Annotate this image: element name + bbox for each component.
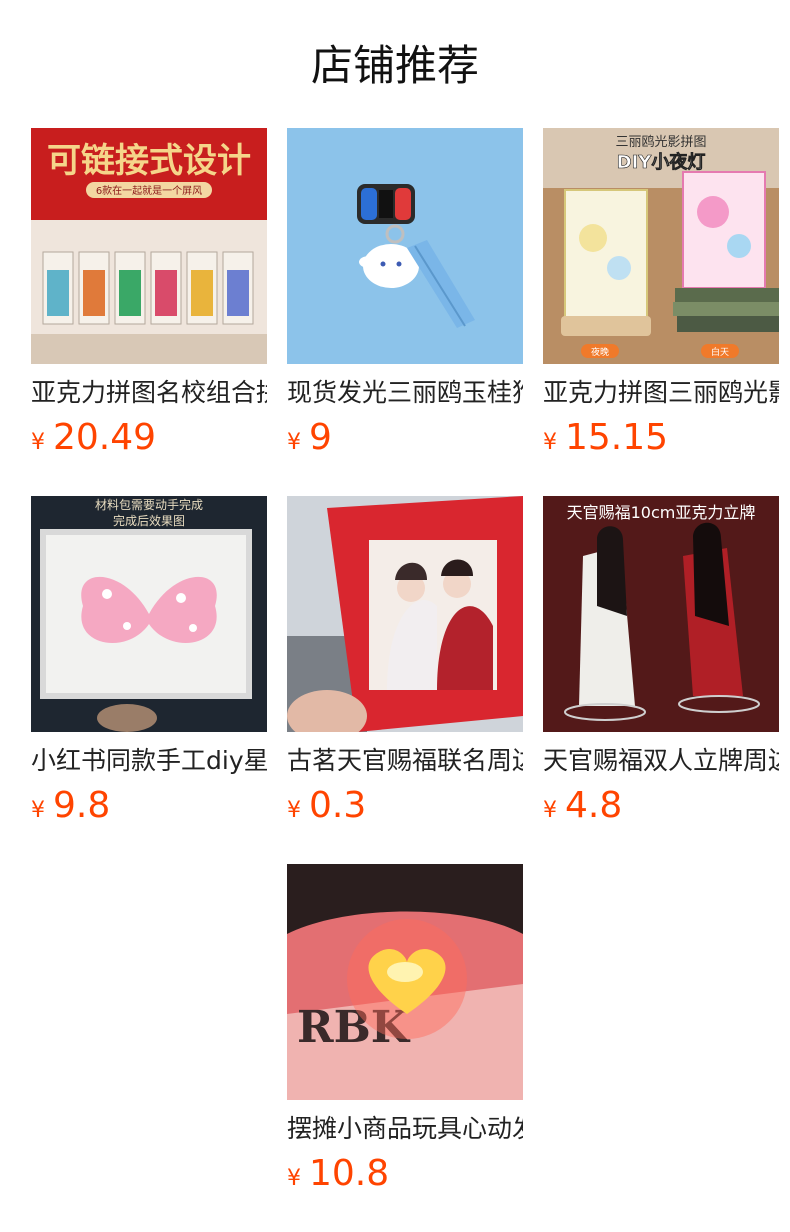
- product-price: ¥10.8: [287, 1149, 389, 1199]
- currency-symbol: ¥: [543, 798, 557, 823]
- price-amount: 10.8: [309, 1153, 390, 1194]
- product-price: ¥20.49: [31, 413, 156, 463]
- image-headline: 天官赐福10cm亚克力立牌: [567, 503, 756, 522]
- product-card[interactable]: RBK 摆摊小商品玩具心动发光 ¥10.8: [287, 864, 523, 1204]
- price-amount: 4.8: [565, 785, 623, 826]
- product-card[interactable]: 天官赐福10cm亚克力立牌 天官赐福双人立牌周边 ¥4.8: [543, 496, 779, 836]
- product-name[interactable]: 亚克力拼图三丽鸥光影: [543, 376, 779, 410]
- product-name[interactable]: 小红书同款手工diy星星: [31, 744, 267, 778]
- product-card[interactable]: 三丽鸥光影拼图 DIY小夜灯 夜晚 白天 亚克力拼图三丽鸥光影 ¥15.15: [543, 128, 779, 468]
- price-amount: 15.15: [565, 417, 669, 458]
- product-price: ¥9.8: [31, 781, 110, 831]
- currency-symbol: ¥: [287, 798, 301, 823]
- price-amount: 9.8: [53, 785, 111, 826]
- product-image[interactable]: 天官赐福10cm亚克力立牌: [543, 496, 779, 732]
- price-amount: 0.3: [309, 785, 367, 826]
- product-image[interactable]: [287, 496, 523, 732]
- price-amount: 20.49: [53, 417, 157, 458]
- product-name[interactable]: 摆摊小商品玩具心动发光: [287, 1112, 523, 1146]
- product-name[interactable]: 亚克力拼图名校组合拼: [31, 376, 267, 410]
- product-price: ¥9: [287, 413, 332, 463]
- image-banner-text: 可链接式设计: [47, 141, 251, 181]
- product-card[interactable]: 材料包需要动手完成 完成后效果图 小红书同款手工diy星星 ¥9.8: [31, 496, 267, 836]
- product-card[interactable]: 现货发光三丽鸥玉桂狗 ¥9: [287, 128, 523, 468]
- page-title: 店铺推荐: [310, 41, 479, 90]
- currency-symbol: ¥: [31, 798, 45, 823]
- image-headline: DIY小夜灯: [617, 151, 706, 173]
- product-card[interactable]: 可链接式设计 6款在一起就是一个屏风 亚克力拼图名校组合拼 ¥20.49: [31, 128, 267, 468]
- product-price: ¥0.3: [287, 781, 366, 831]
- product-image[interactable]: [287, 128, 523, 364]
- product-price: ¥4.8: [543, 781, 622, 831]
- currency-symbol: ¥: [543, 430, 557, 455]
- product-image[interactable]: 三丽鸥光影拼图 DIY小夜灯 夜晚 白天: [543, 128, 779, 364]
- product-name[interactable]: 天官赐福双人立牌周边: [543, 744, 779, 778]
- price-amount: 9: [309, 417, 332, 458]
- image-label-right: 白天: [711, 346, 729, 358]
- image-label-left: 夜晚: [591, 346, 609, 358]
- product-image[interactable]: RBK: [287, 864, 523, 1100]
- image-top-text: 三丽鸥光影拼图: [615, 134, 706, 150]
- product-price: ¥15.15: [543, 413, 668, 463]
- currency-symbol: ¥: [31, 430, 45, 455]
- product-image[interactable]: 材料包需要动手完成 完成后效果图: [31, 496, 267, 732]
- product-image[interactable]: 可链接式设计 6款在一起就是一个屏风: [31, 128, 267, 364]
- image-sub-text: 6款在一起就是一个屏风: [96, 184, 202, 197]
- product-card[interactable]: 古茗天官赐福联名周边 ¥0.3: [287, 496, 523, 836]
- currency-symbol: ¥: [287, 1166, 301, 1191]
- product-name[interactable]: 现货发光三丽鸥玉桂狗: [287, 376, 523, 410]
- image-line-1: 材料包需要动手完成: [95, 497, 203, 512]
- product-name[interactable]: 古茗天官赐福联名周边: [287, 744, 523, 778]
- image-line-2: 完成后效果图: [113, 513, 185, 528]
- currency-symbol: ¥: [287, 430, 301, 455]
